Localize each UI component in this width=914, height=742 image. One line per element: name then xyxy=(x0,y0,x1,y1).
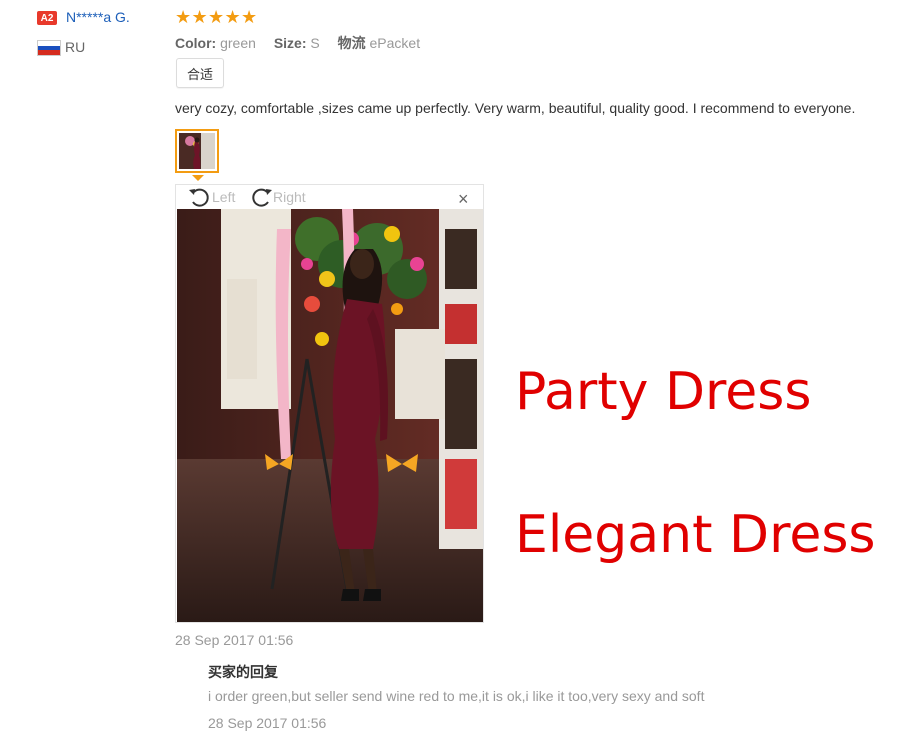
logistics-label: 物流 xyxy=(337,35,366,51)
close-icon[interactable]: × xyxy=(458,190,469,208)
review-text: very cozy, comfortable ,sizes came up pe… xyxy=(175,100,856,116)
reply-title: 买家的回复 xyxy=(208,664,278,680)
review-photo xyxy=(177,209,483,622)
reviewer-name[interactable]: N*****a G. xyxy=(66,9,130,25)
rotate-right-icon xyxy=(252,188,272,207)
color-label: Color: xyxy=(175,35,217,51)
level-badge: A2 xyxy=(37,11,57,25)
star-icon: ★ xyxy=(208,7,225,27)
rotate-right-label: Right xyxy=(273,189,306,205)
overlay-heading-party: Party Dress xyxy=(515,362,812,422)
rotate-left-label: Left xyxy=(212,189,236,205)
logistics-value: ePacket xyxy=(369,35,421,51)
rotate-left-icon xyxy=(189,188,209,207)
thumbnail-pointer xyxy=(192,175,204,181)
review-date: 28 Sep 2017 01:56 xyxy=(175,632,294,648)
review-photo-thumbnail[interactable] xyxy=(175,129,219,173)
photo-viewer: Left Right × xyxy=(175,184,484,623)
star-icon: ★ xyxy=(241,7,258,27)
reply-text: i order green,but seller send wine red t… xyxy=(208,688,705,704)
thumbnail-image xyxy=(179,133,215,169)
viewer-toolbar: Left Right × xyxy=(176,185,483,209)
russia-flag-icon xyxy=(37,40,61,56)
star-rating: ★ ★ ★ ★ ★ xyxy=(175,7,258,27)
rotate-right-button[interactable]: Right xyxy=(249,186,306,208)
reply-date: 28 Sep 2017 01:56 xyxy=(208,715,327,731)
star-icon: ★ xyxy=(224,7,241,27)
review-tag: 合适 xyxy=(176,58,225,88)
rotate-left-button[interactable]: Left xyxy=(188,186,235,208)
star-icon: ★ xyxy=(191,7,208,27)
overlay-heading-elegant: Elegant Dress xyxy=(515,505,876,565)
order-info: Color: green Size: S 物流 ePacket xyxy=(175,33,420,53)
size-label: Size: xyxy=(273,35,307,51)
star-icon: ★ xyxy=(175,7,192,27)
reviewer-country: RU xyxy=(65,39,86,55)
color-value: green xyxy=(220,35,256,51)
size-value: S xyxy=(310,35,320,51)
